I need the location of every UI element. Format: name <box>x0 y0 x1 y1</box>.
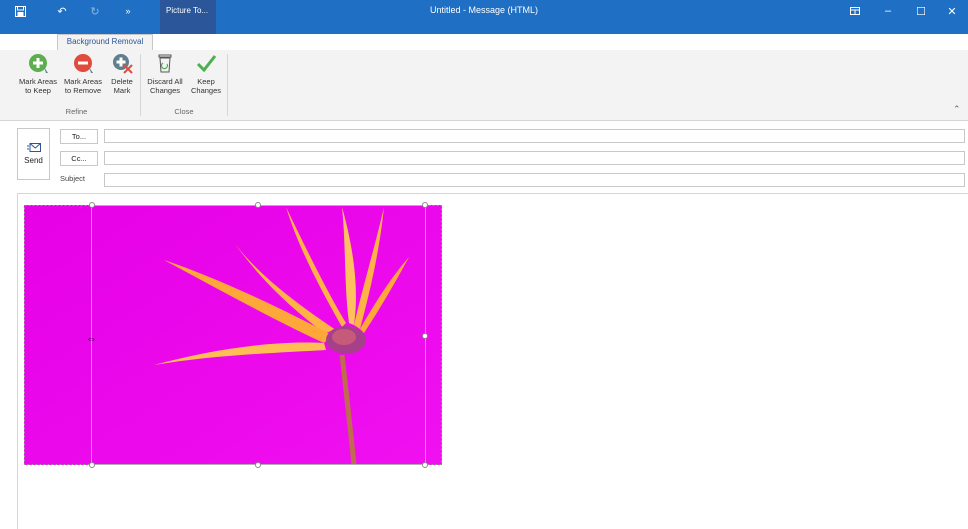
tell-me-search[interactable]: ◯ Tell me what you want to do... <box>228 34 344 50</box>
tab-format[interactable]: Format <box>164 34 212 50</box>
group-separator <box>227 54 228 116</box>
delete-mark-icon <box>113 54 133 74</box>
contextual-group-label: Picture To... <box>160 0 216 34</box>
cc-field[interactable] <box>104 151 965 165</box>
resize-handle[interactable] <box>255 462 261 468</box>
to-button[interactable]: To... <box>60 129 98 144</box>
button-label: Mark <box>113 86 131 95</box>
resize-handle[interactable] <box>89 462 95 468</box>
tell-me-text: Tell me what you want to do... <box>239 37 345 46</box>
collapse-ribbon-icon[interactable]: ⌃ <box>953 104 961 115</box>
button-label: Changes <box>149 86 181 95</box>
close-icon[interactable]: ✕ <box>937 2 967 20</box>
keep-changes-button[interactable]: Keep Changes <box>187 52 225 104</box>
tab-background-removal[interactable]: Background Removal <box>57 34 153 50</box>
discard-all-changes-button[interactable]: Discard All Changes <box>143 52 187 104</box>
discard-icon <box>158 54 172 73</box>
resize-handle[interactable] <box>422 333 428 339</box>
minimize-icon[interactable]: – <box>873 2 903 20</box>
mark-remove-icon <box>74 54 93 73</box>
to-field[interactable] <box>104 129 965 143</box>
lightbulb-icon: ◯ <box>228 37 237 46</box>
tab-file[interactable]: File <box>17 34 47 50</box>
button-label: to Remove <box>64 86 102 95</box>
button-label: Mark Areas <box>64 77 102 86</box>
send-label: Send <box>24 156 43 165</box>
subject-field[interactable] <box>104 173 965 187</box>
button-label: Changes <box>190 86 222 95</box>
resize-handle[interactable] <box>422 462 428 468</box>
mark-areas-to-keep-button[interactable]: Mark Areas to Keep <box>16 52 60 104</box>
mark-areas-to-remove-button[interactable]: Mark Areas to Remove <box>60 52 106 104</box>
group-label-refine: Refine <box>65 107 88 116</box>
title-bar: ↶ ↻ » Untitled - Message (HTML) – ☐ ✕ <box>0 0 968 34</box>
group-label-close: Close <box>174 107 194 116</box>
maximize-icon[interactable]: ☐ <box>906 2 936 20</box>
mark-keep-icon <box>29 54 48 73</box>
send-button[interactable]: Send <box>17 128 50 180</box>
button-label: Keep <box>197 77 215 86</box>
subject-label: Subject <box>60 174 86 183</box>
send-icon <box>26 143 41 152</box>
resize-cursor-icon: ⇔ <box>86 333 97 345</box>
group-separator <box>140 54 141 116</box>
button-label: Discard All <box>147 77 183 86</box>
button-label: Mark Areas <box>19 77 57 86</box>
checkmark-icon <box>196 55 217 73</box>
button-label: Delete <box>111 77 133 86</box>
ribbon-display-icon[interactable] <box>840 2 870 20</box>
cc-button[interactable]: Cc... <box>60 151 98 166</box>
button-label: to Keep <box>25 86 51 95</box>
delete-mark-button[interactable]: Delete Mark <box>107 52 137 104</box>
resize-handle[interactable] <box>255 202 261 208</box>
resize-handle[interactable] <box>422 202 428 208</box>
resize-handle[interactable] <box>89 202 95 208</box>
window-title: Untitled - Message (HTML) <box>429 5 539 15</box>
